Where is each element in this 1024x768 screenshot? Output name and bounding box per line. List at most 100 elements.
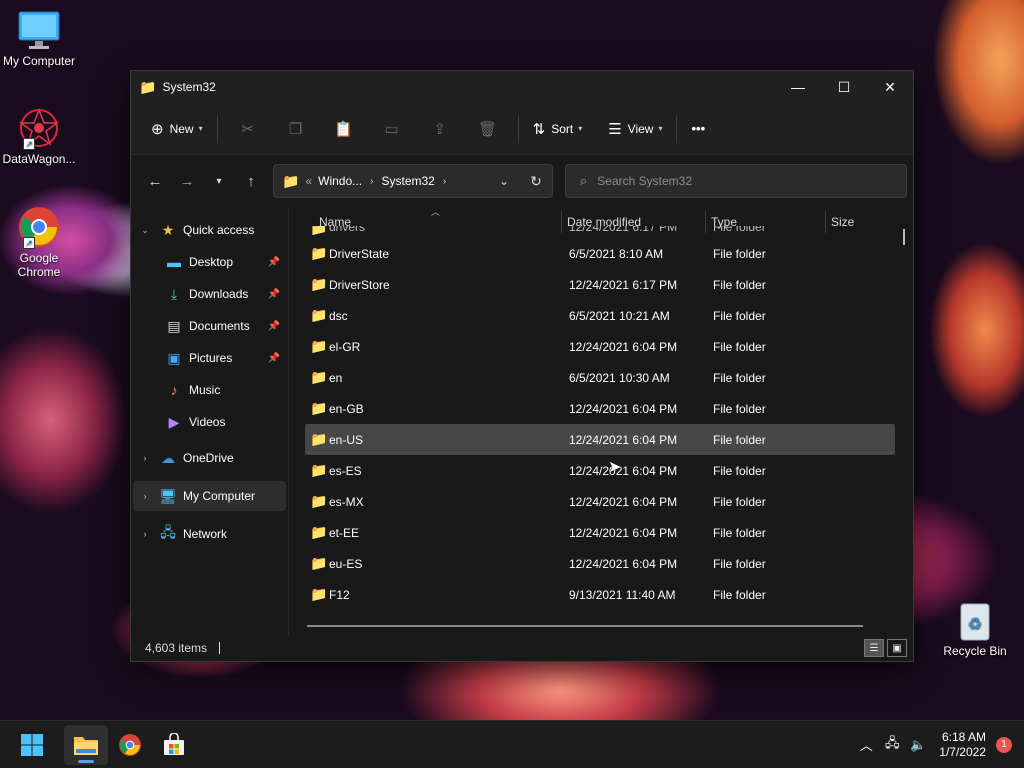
share-icon[interactable]: ⇪ [416,113,464,145]
sidebar-item-label: Quick access [183,223,255,237]
folder-icon: 📁 [310,493,328,509]
chevron-right-icon[interactable]: › [133,453,157,463]
table-row[interactable]: 📁 eu-ES 12/24/2021 6:04 PM File folder [305,548,895,579]
horizontal-scrollbar[interactable] [307,625,863,627]
desktop-icon-my-computer[interactable]: My Computer [0,8,79,68]
volume-icon[interactable]: 🔈 [905,737,931,753]
recent-locations-icon[interactable]: ▾ [203,165,235,197]
close-button[interactable]: ✕ [867,71,913,103]
folder-icon: 📁 [310,307,328,323]
search-box[interactable]: ⌕ [565,164,907,198]
refresh-icon[interactable]: ↻ [520,173,552,190]
start-button[interactable] [10,725,54,765]
back-icon[interactable]: ← [139,165,171,197]
vertical-scrollbar[interactable] [903,229,905,245]
file-name: es-MX [329,494,364,509]
folder-icon: 📁 [282,172,300,189]
title-bar[interactable]: 📁 System32 — ☐ ✕ [131,71,913,103]
sidebar-item-label: Pictures [189,351,233,365]
desktop-icon-datawagon[interactable]: ↗ DataWagon... [0,106,79,166]
table-row[interactable]: 📁 DriverStore 12/24/2021 6:17 PM File fo… [305,269,895,300]
file-date: 12/24/2021 6:04 PM [569,463,678,478]
cut-icon[interactable]: ✂ [224,113,272,145]
chevron-right-icon[interactable]: › [370,176,373,187]
folder-icon: 📁 [310,226,328,236]
chevron-right-icon[interactable]: › [133,491,157,501]
chevron-down-icon[interactable]: ⌄ [133,225,157,236]
sidebar-item-my-computer[interactable]: › 🖥 My Computer [133,481,286,511]
taskbar-chrome[interactable] [108,725,152,765]
maximize-button[interactable]: ☐ [821,71,867,103]
sidebar-item-onedrive[interactable]: › ☁ OneDrive [133,443,286,473]
table-row[interactable]: 📁 el-GR 12/24/2021 6:04 PM File folder [305,331,895,362]
view-button[interactable]: ☰ View ▾ [600,113,670,145]
table-row[interactable]: 📁 dsc 6/5/2021 10:21 AM File folder [305,300,895,331]
more-options-button[interactable]: ••• [683,113,713,145]
desktop-icon-chrome[interactable]: ↗ Google Chrome [0,205,79,279]
folder-icon: 📁 [310,462,328,478]
sidebar-item-documents[interactable]: ▤ Documents 📌 [133,311,286,341]
file-date: 12/24/2021 6:04 PM [569,556,678,571]
table-row[interactable]: 📁 en-GB 12/24/2021 6:04 PM File folder [305,393,895,424]
new-button[interactable]: ⊕ New ▾ [143,113,211,145]
chevron-down-icon: ▾ [198,124,203,133]
desktop-icon-recycle-bin[interactable]: ♻ Recycle Bin [935,598,1015,658]
table-row[interactable]: 📁 et-EE 12/24/2021 6:04 PM File folder [305,517,895,548]
mouse-cursor-icon: ➤ [608,459,622,476]
chevron-down-icon[interactable]: ⌄ [488,174,520,188]
details-view-icon[interactable]: ☰ [864,639,884,657]
forward-icon[interactable]: → [171,165,203,197]
sort-button[interactable]: ⇅ Sort ▾ [525,113,591,145]
sidebar-item-network[interactable]: › 🖧 Network [133,519,286,549]
sidebar-item-desktop[interactable]: ▬ Desktop 📌 [133,247,286,277]
table-row[interactable]: 📁 es-MX 12/24/2021 6:04 PM File folder [305,486,895,517]
table-row[interactable]: 📁 en 6/5/2021 10:30 AM File folder [305,362,895,393]
notification-badge[interactable]: 1 [996,736,1012,753]
chevron-right-icon[interactable]: › [443,176,446,187]
chrome-icon: ↗ [17,205,61,249]
view-toggle: ☰ ▣ [861,639,907,657]
breadcrumb-windows[interactable]: Windo... [318,174,362,188]
taskbar-store[interactable] [152,725,196,765]
file-name: es-ES [329,463,362,478]
paste-icon[interactable]: 📋 [320,113,368,145]
address-bar[interactable]: 📁 « Windo... › System32 › ⌄ ↻ [273,164,553,198]
file-name: en-US [329,432,364,447]
show-hidden-icons-icon[interactable]: ︿ [853,735,879,754]
sidebar-item-quick-access[interactable]: ⌄ ★ Quick access [133,215,286,245]
breadcrumb-overflow[interactable]: « [305,174,312,188]
folder-icon: 📁 [310,338,328,354]
search-input[interactable] [597,174,878,188]
table-row[interactable]: 📁 DriverState 6/5/2021 8:10 AM File fold… [305,238,895,269]
up-icon[interactable]: ↑ [235,165,267,197]
taskbar-file-explorer[interactable] [64,724,108,765]
file-type: File folder [713,226,766,234]
sidebar-item-downloads[interactable]: ⤓ Downloads 📌 [133,279,286,309]
minimize-button[interactable]: — [775,71,821,103]
status-bar: 4,603 items ☰ ▣ [131,635,913,661]
sidebar-item-music[interactable]: ♪ Music [133,375,286,405]
network-icon: 🖧 [160,524,176,540]
chrome-icon [119,733,141,756]
breadcrumb-system32[interactable]: System32 [381,174,434,188]
chevron-right-icon[interactable]: › [133,529,157,539]
table-row[interactable]: 📁 es-ES 12/24/2021 6:04 PM File folder [305,455,895,486]
table-row[interactable]: 📁 drivers 12/24/2021 6:17 PM File folder [305,226,895,238]
file-date: 12/24/2021 6:04 PM [569,494,678,509]
file-name: en [329,370,343,385]
navigation-pane[interactable]: ⌄ ★ Quick access ▬ Desktop 📌 ⤓ Downloads… [131,207,289,635]
network-status-icon[interactable]: 🖧 [879,734,905,756]
desktop-icon-label: DataWagon... [2,152,76,166]
table-row[interactable]: 📁 F12 9/13/2021 11:40 AM File folder [305,579,895,610]
new-label: New [169,121,194,136]
delete-icon[interactable]: 🗑 [464,113,512,145]
file-name: DriverState [329,246,390,261]
rename-icon[interactable]: ▭ [368,113,416,145]
clock[interactable]: 6:18 AM 1/7/2022 [939,730,986,760]
sidebar-item-videos[interactable]: ▶ Videos [133,407,286,437]
sidebar-item-pictures[interactable]: ▣ Pictures 📌 [133,343,286,373]
thumbnails-view-icon[interactable]: ▣ [887,639,907,657]
copy-icon[interactable]: ❐ [272,113,320,145]
table-row-selected[interactable]: 📁 en-US 12/24/2021 6:04 PM File folder [305,424,895,455]
file-type: File folder [713,525,766,540]
